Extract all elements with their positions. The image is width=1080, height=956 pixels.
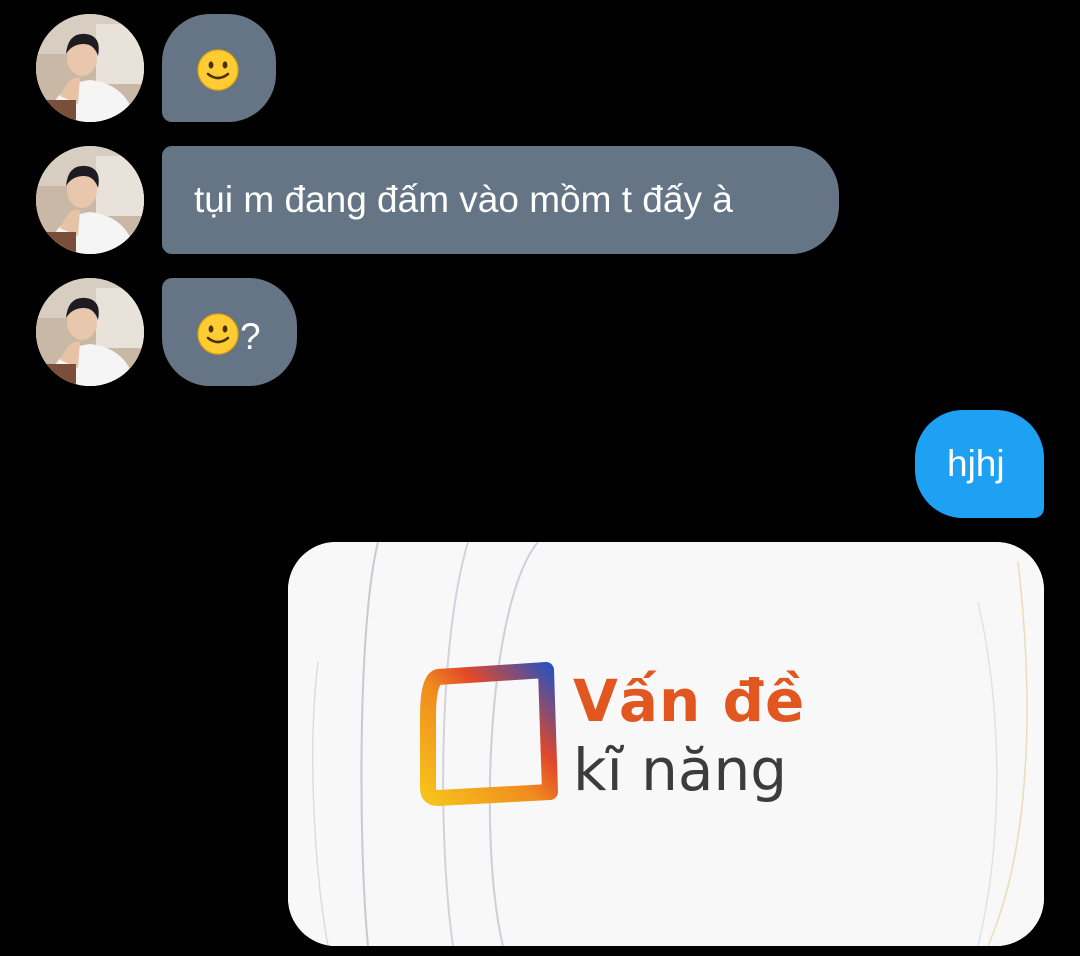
sender-avatar[interactable]: [36, 14, 144, 122]
incoming-message-bubble[interactable]: [162, 14, 276, 122]
message-text: hjhj: [947, 443, 1005, 484]
message-text: ?: [240, 316, 261, 357]
image-title-text: Vấn đề: [573, 667, 806, 735]
message-text: tụi m đang đấm vào mồm t đấy à: [194, 179, 733, 220]
image-message[interactable]: Vấn đề kĩ năng: [288, 542, 1044, 946]
slightly-smiling-face-icon: [196, 312, 240, 356]
sender-avatar[interactable]: [36, 278, 144, 386]
sender-avatar[interactable]: [36, 146, 144, 254]
slightly-smiling-face-icon: [196, 48, 240, 92]
incoming-message-bubble[interactable]: tụi m đang đấm vào mồm t đấy à: [162, 146, 839, 254]
incoming-message-bubble[interactable]: ?: [162, 278, 297, 386]
image-subtitle-text: kĩ năng: [573, 736, 788, 804]
outgoing-message-bubble[interactable]: hjhj: [915, 410, 1044, 518]
